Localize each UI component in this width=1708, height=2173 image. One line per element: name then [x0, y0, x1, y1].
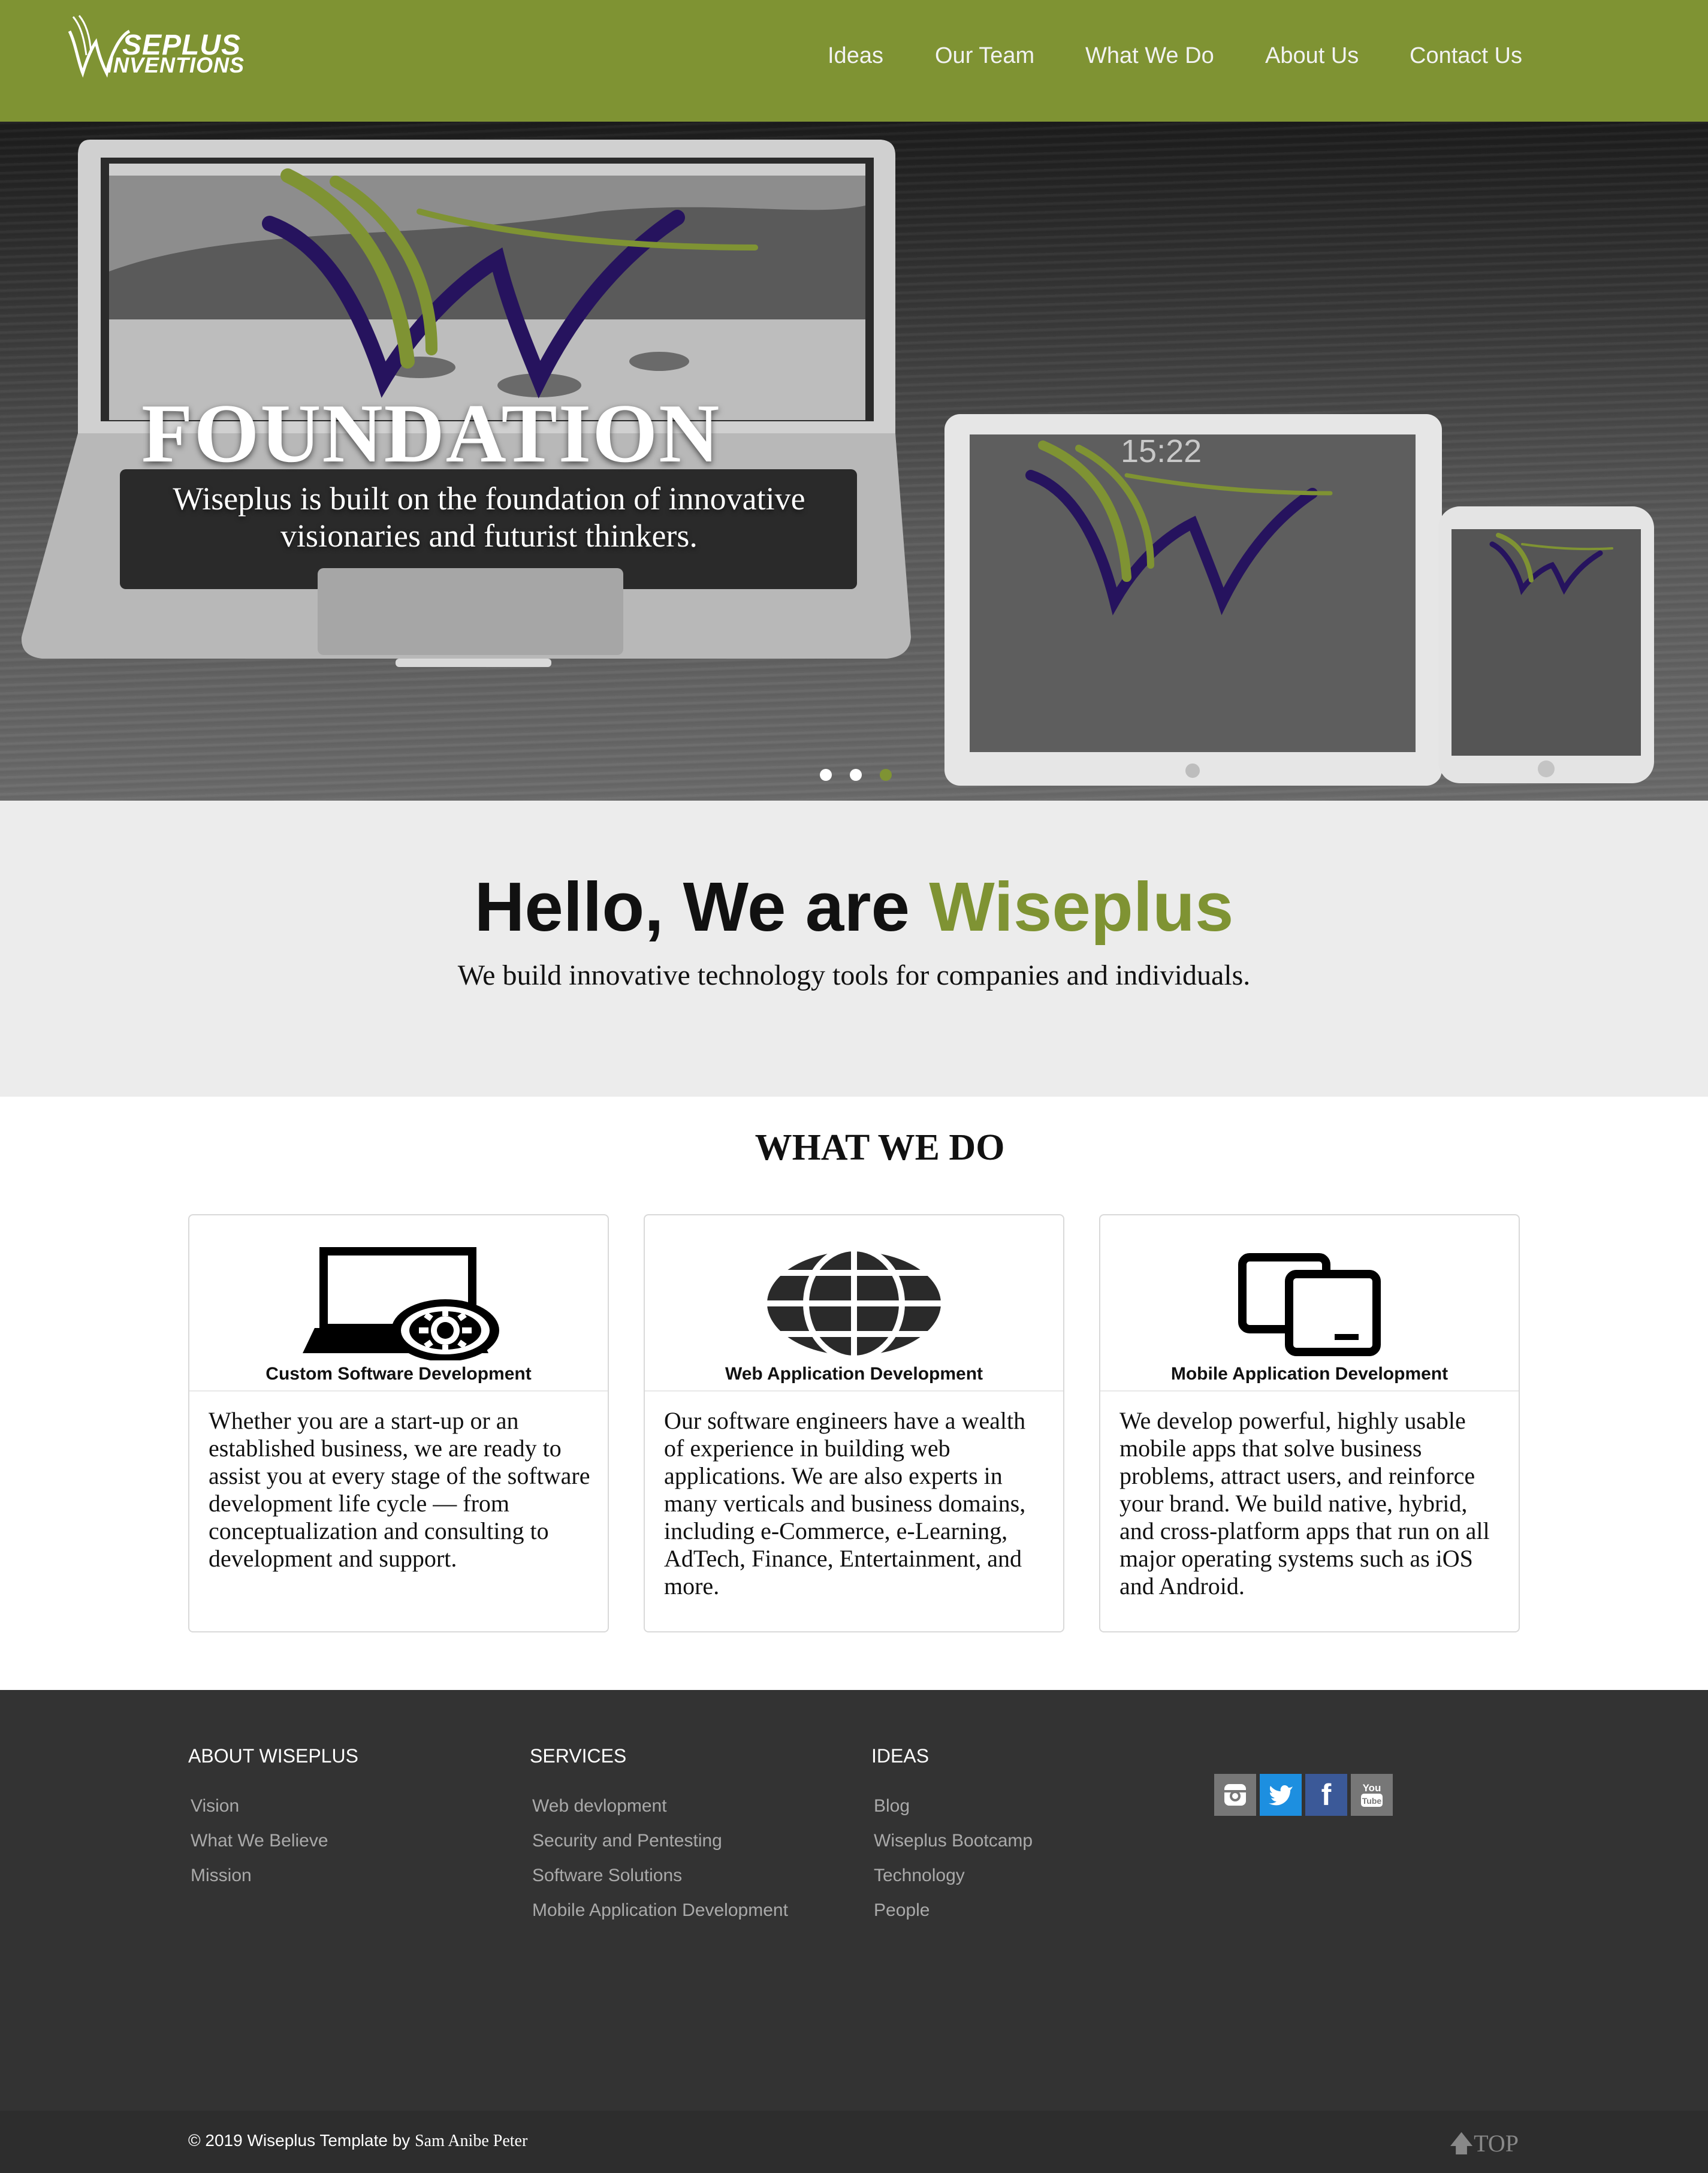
- card-body: Whether you are a start-up or an establi…: [209, 1407, 590, 1572]
- svg-text:15:22: 15:22: [1121, 433, 1202, 469]
- footer-link-people[interactable]: People: [874, 1900, 1183, 1921]
- footer-link-software-solutions[interactable]: Software Solutions: [532, 1866, 841, 1886]
- facebook-icon[interactable]: f: [1305, 1774, 1347, 1816]
- footer-link-bootcamp[interactable]: Wiseplus Bootcamp: [874, 1831, 1183, 1851]
- nav-what-we-do[interactable]: What We Do: [1085, 43, 1214, 69]
- card-header: Custom Software Development: [189, 1215, 608, 1392]
- twitter-icon[interactable]: [1260, 1774, 1302, 1816]
- nav-ideas[interactable]: Ideas: [828, 43, 883, 69]
- card-title: Custom Software Development: [265, 1364, 532, 1384]
- hero-subtitle: Wiseplus is built on the foundation of i…: [173, 481, 805, 554]
- navbar: SEPLUS INVENTIONS Ideas Our Team What We…: [0, 0, 1708, 122]
- svg-text:You: You: [1363, 1782, 1381, 1794]
- welcome-subtitle: We build innovative technology tools for…: [457, 959, 1251, 991]
- card-header: Web Application Development: [645, 1215, 1063, 1392]
- hero-carousel[interactable]: 15:22 FOUNDATION Wiseplus is built on th…: [0, 122, 1708, 801]
- svg-text:Tube: Tube: [1362, 1796, 1382, 1806]
- card-header: Mobile Application Development: [1100, 1215, 1519, 1392]
- youtube-icon[interactable]: You Tube: [1351, 1774, 1393, 1816]
- footer-link-mission[interactable]: Mission: [191, 1866, 500, 1886]
- nav-contact-us[interactable]: Contact Us: [1410, 43, 1522, 69]
- card-title: Mobile Application Development: [1170, 1364, 1449, 1384]
- footer: ABOUT WISEPLUS Vision What We Believe Mi…: [0, 1690, 1708, 2111]
- footer-heading: ABOUT WISEPLUS: [188, 1745, 358, 1767]
- footer-link-blog[interactable]: Blog: [874, 1796, 1183, 1816]
- copyright-author[interactable]: Sam Anibe Peter: [415, 2132, 527, 2150]
- back-to-top-link[interactable]: 🡅TOP: [1449, 2126, 1519, 2167]
- social-links: f You Tube: [1214, 1774, 1400, 1817]
- footer-link-mobile-development[interactable]: Mobile Application Development: [532, 1900, 841, 1921]
- welcome-heading: Hello, We are Wiseplus: [0, 867, 1708, 947]
- footer-link-technology[interactable]: Technology: [874, 1866, 1183, 1886]
- nav-about-us[interactable]: About Us: [1265, 43, 1359, 69]
- globe-icon: [645, 1247, 1063, 1360]
- welcome-heading-prefix: Hello, We are: [474, 868, 930, 946]
- footer-link-security[interactable]: Security and Pentesting: [532, 1831, 841, 1851]
- copyright-text: © 2019 Wiseplus Template by Sam Anibe Pe…: [188, 2131, 527, 2151]
- welcome-heading-brand: Wiseplus: [929, 868, 1234, 946]
- card-title: Web Application Development: [725, 1364, 983, 1384]
- copyright-prefix: © 2019 Wiseplus Template by: [188, 2131, 415, 2150]
- back-to-top-label: TOP: [1474, 2130, 1519, 2157]
- footer-link-what-we-believe[interactable]: What We Believe: [191, 1831, 500, 1851]
- service-card-mobile: Mobile Application Development We develo…: [1099, 1214, 1520, 1632]
- carousel-indicators: [817, 769, 901, 787]
- card-body: We develop powerful, highly usable mobil…: [1119, 1407, 1490, 1599]
- footer-col-about: ABOUT WISEPLUS Vision What We Believe Mi…: [188, 1745, 500, 1900]
- footer-link-vision[interactable]: Vision: [191, 1796, 500, 1816]
- footer-heading: SERVICES: [530, 1745, 627, 1767]
- nav-our-team[interactable]: Our Team: [935, 43, 1034, 69]
- footer-heading: IDEAS: [871, 1745, 930, 1767]
- footer-col-ideas: IDEAS Blog Wiseplus Bootcamp Technology …: [871, 1745, 1183, 1935]
- carousel-dot-3[interactable]: [880, 769, 892, 781]
- carousel-dot-1[interactable]: [820, 769, 832, 781]
- card-body: Our software engineers have a wealth of …: [664, 1407, 1026, 1599]
- footer-col-services: SERVICES Web devlopment Security and Pen…: [530, 1745, 841, 1935]
- nav-menu: Ideas Our Team What We Do About Us Conta…: [0, 43, 1708, 77]
- service-card-software: Custom Software Development Whether you …: [188, 1214, 609, 1632]
- laptop-gear-icon: [189, 1247, 608, 1360]
- instagram-icon[interactable]: [1214, 1774, 1256, 1816]
- footer-link-web-development[interactable]: Web devlopment: [532, 1796, 841, 1816]
- arrow-up-icon: 🡅: [1449, 2130, 1474, 2157]
- footer-bottom-bar: © 2019 Wiseplus Template by Sam Anibe Pe…: [0, 2111, 1708, 2173]
- welcome-section: Hello, We are Wiseplus We build innovati…: [0, 801, 1708, 1097]
- devices-icon: [1100, 1247, 1519, 1360]
- carousel-dot-2[interactable]: [850, 769, 862, 781]
- hero-title: FOUNDATION: [141, 387, 721, 480]
- service-card-web: Web Application Development Our software…: [644, 1214, 1064, 1632]
- what-we-do-heading: WHAT WE DO: [755, 1127, 1005, 1168]
